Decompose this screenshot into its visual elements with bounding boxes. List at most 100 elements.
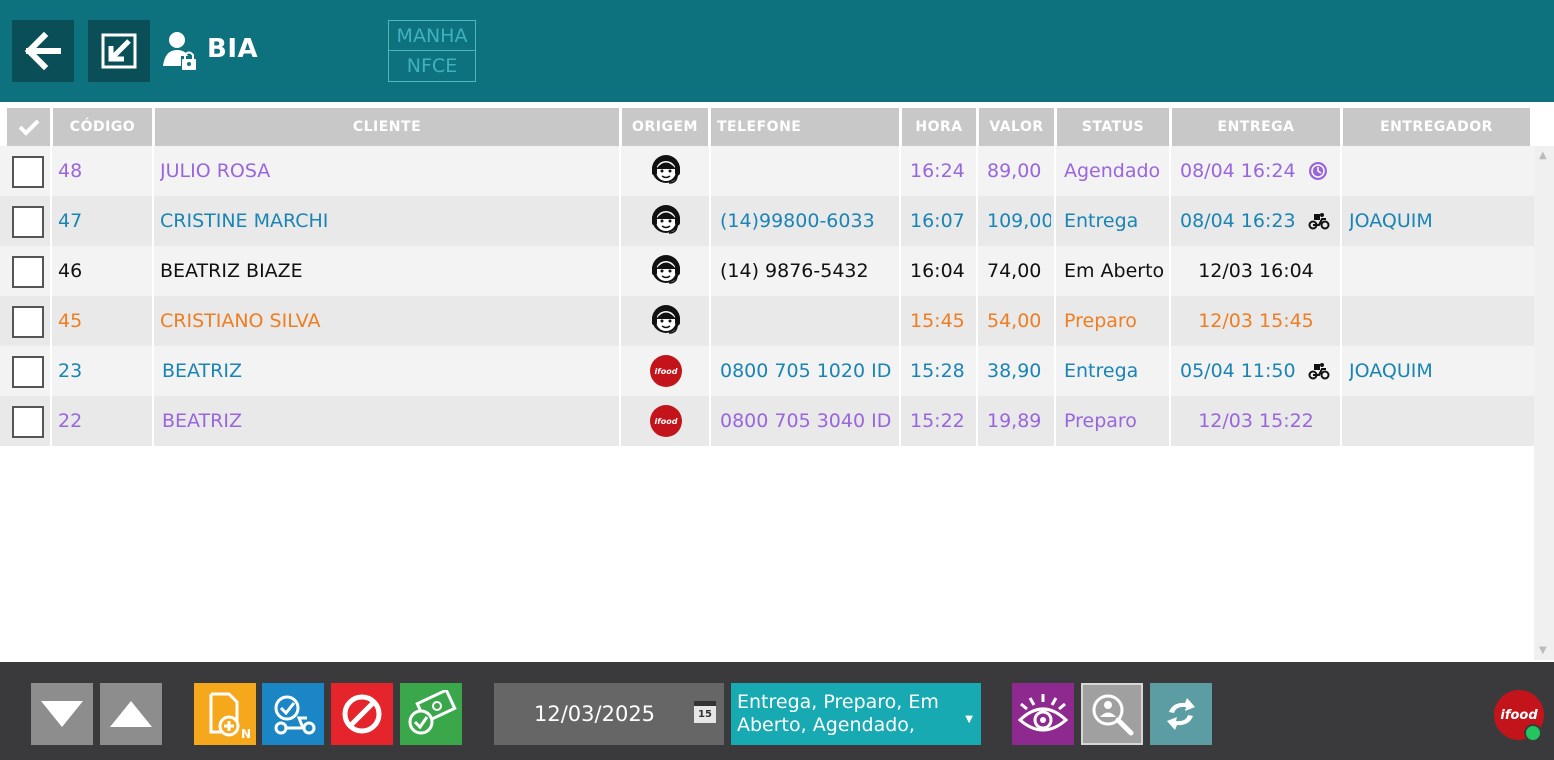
origin-cell: ifood	[622, 346, 710, 396]
back-button[interactable]	[12, 20, 74, 82]
column-divider	[1054, 246, 1056, 296]
row-checkbox[interactable]	[12, 356, 44, 388]
table-row[interactable]: 45 CRISTIANO SILVA 15:45 54,00 Preparo 12/03 …	[0, 296, 1534, 346]
order-value: 89,00	[987, 160, 1042, 182]
courier-name	[1349, 246, 1529, 296]
column-divider	[1169, 146, 1171, 196]
header-status[interactable]: STATUS	[1057, 108, 1169, 146]
column-divider	[50, 196, 52, 246]
header-code[interactable]: CÓDIGO	[53, 108, 152, 146]
column-divider	[899, 146, 901, 196]
calendar-icon[interactable]: 15	[694, 701, 716, 723]
column-divider	[1054, 346, 1056, 396]
column-divider	[1340, 296, 1342, 346]
motorcycle-icon	[1308, 212, 1330, 230]
header-courier[interactable]: ENTREGADOR	[1343, 108, 1530, 146]
scroll-down-icon[interactable]: ▼	[1539, 645, 1547, 656]
select-all-header[interactable]	[7, 108, 50, 146]
column-divider	[152, 196, 154, 246]
client-name: JULIO ROSA	[160, 160, 271, 182]
column-divider	[976, 196, 978, 246]
move-down-button[interactable]	[31, 683, 93, 745]
headset-icon	[649, 252, 683, 291]
order-status: Preparo	[1064, 410, 1137, 432]
status-filter-select[interactable]: Entrega, Preparo, Em Aberto, Agendado, ▼	[731, 683, 981, 745]
order-status: Preparo	[1064, 310, 1137, 332]
order-time: 16:07	[910, 210, 965, 232]
row-checkbox[interactable]	[12, 156, 44, 188]
order-status: Em Aberto	[1064, 260, 1165, 282]
column-divider	[976, 396, 978, 446]
origin-cell: ifood	[622, 396, 710, 446]
status-filter-value: Entrega, Preparo, Em Aberto, Agendado,	[737, 691, 939, 736]
table-row[interactable]: 22 BEATRIZ ifood 0800 705 3040 ID 15:22 19,89…	[0, 396, 1534, 446]
order-status: Entrega	[1064, 360, 1139, 382]
refresh-button[interactable]	[1150, 683, 1212, 745]
header-phone[interactable]: TELEFONE	[711, 108, 899, 146]
phone-number: (14) 9876-5432	[720, 260, 869, 282]
column-divider	[1340, 346, 1342, 396]
dispatch-button[interactable]	[262, 683, 324, 745]
forbidden-icon	[342, 694, 382, 734]
row-checkbox[interactable]	[12, 206, 44, 238]
order-code: 48	[58, 160, 83, 182]
header-time[interactable]: HORA	[902, 108, 976, 146]
column-divider	[976, 146, 978, 196]
client-name: CRISTINE MARCHI	[160, 210, 329, 232]
date-value: 12/03/2025	[534, 702, 656, 726]
svg-text:N: N	[241, 727, 251, 740]
online-status-indicator	[1524, 724, 1542, 742]
column-divider	[976, 246, 978, 296]
order-code: 46	[58, 260, 83, 282]
row-checkbox[interactable]	[12, 406, 44, 438]
order-code: 45	[58, 310, 83, 332]
order-time: 15:22	[910, 410, 965, 432]
courier-name: JOAQUIM	[1349, 360, 1433, 382]
move-up-button[interactable]	[100, 683, 162, 745]
payment-button[interactable]	[400, 683, 462, 745]
column-divider	[619, 196, 621, 246]
column-divider	[1169, 246, 1171, 296]
phone-number: (14)99800-6033	[720, 210, 875, 232]
table-row[interactable]: 47 CRISTINE MARCHI (14)99800-6033 16:07 109,…	[0, 196, 1534, 246]
motorcycle-check-icon	[274, 695, 316, 735]
bottom-toolbar: N 12/03/2025 15 Entrega, Preparo, Em Abe…	[0, 662, 1554, 760]
search-customer-button[interactable]	[1081, 683, 1143, 745]
new-order-button[interactable]: N	[194, 683, 256, 745]
table-row[interactable]: 46 BEATRIZ BIAZE (14) 9876-5432 16:04 74,00 E…	[0, 246, 1534, 296]
session-info-box: MANHA NFCE	[388, 20, 476, 82]
table-row[interactable]: 23 BEATRIZ ifood 0800 705 1020 ID 15:28 38,90…	[0, 346, 1534, 396]
courier-name	[1349, 296, 1529, 346]
column-divider	[50, 346, 52, 396]
minimize-button[interactable]	[88, 20, 150, 82]
order-code: 47	[58, 210, 83, 232]
delivery-cell: 08/04 16:23	[1174, 196, 1338, 246]
ifood-icon: ifood	[650, 355, 682, 387]
column-divider	[1054, 146, 1056, 196]
column-divider	[50, 396, 52, 446]
origin-cell	[622, 296, 710, 346]
header-client[interactable]: CLIENTE	[155, 108, 619, 146]
delivery-time: 12/03 16:04	[1198, 260, 1314, 282]
cancel-order-button[interactable]	[331, 683, 393, 745]
order-value: 38,90	[987, 360, 1042, 382]
scroll-up-icon[interactable]: ▲	[1539, 150, 1547, 161]
column-divider	[1340, 396, 1342, 446]
header-origin[interactable]: ORIGEM	[622, 108, 708, 146]
row-checkbox[interactable]	[12, 256, 44, 288]
user-lock-icon	[163, 32, 196, 70]
courier-name: JOAQUIM	[1349, 210, 1433, 232]
header-value[interactable]: VALOR	[979, 108, 1054, 146]
order-time: 15:28	[910, 360, 965, 382]
delivery-cell: 12/03 15:45	[1174, 296, 1338, 346]
date-picker[interactable]: 12/03/2025 15	[494, 683, 724, 745]
column-divider	[976, 296, 978, 346]
header-delivery[interactable]: ENTREGA	[1172, 108, 1340, 146]
row-checkbox[interactable]	[12, 306, 44, 338]
order-code: 23	[58, 360, 83, 382]
client-name: BEATRIZ BIAZE	[160, 260, 303, 282]
vertical-scrollbar[interactable]: ▲ ▼	[1534, 146, 1554, 660]
column-divider	[50, 146, 52, 196]
view-order-button[interactable]	[1012, 683, 1074, 745]
table-row[interactable]: 48 JULIO ROSA 16:24 89,00 Agendado 08/04 16:2…	[0, 146, 1534, 196]
